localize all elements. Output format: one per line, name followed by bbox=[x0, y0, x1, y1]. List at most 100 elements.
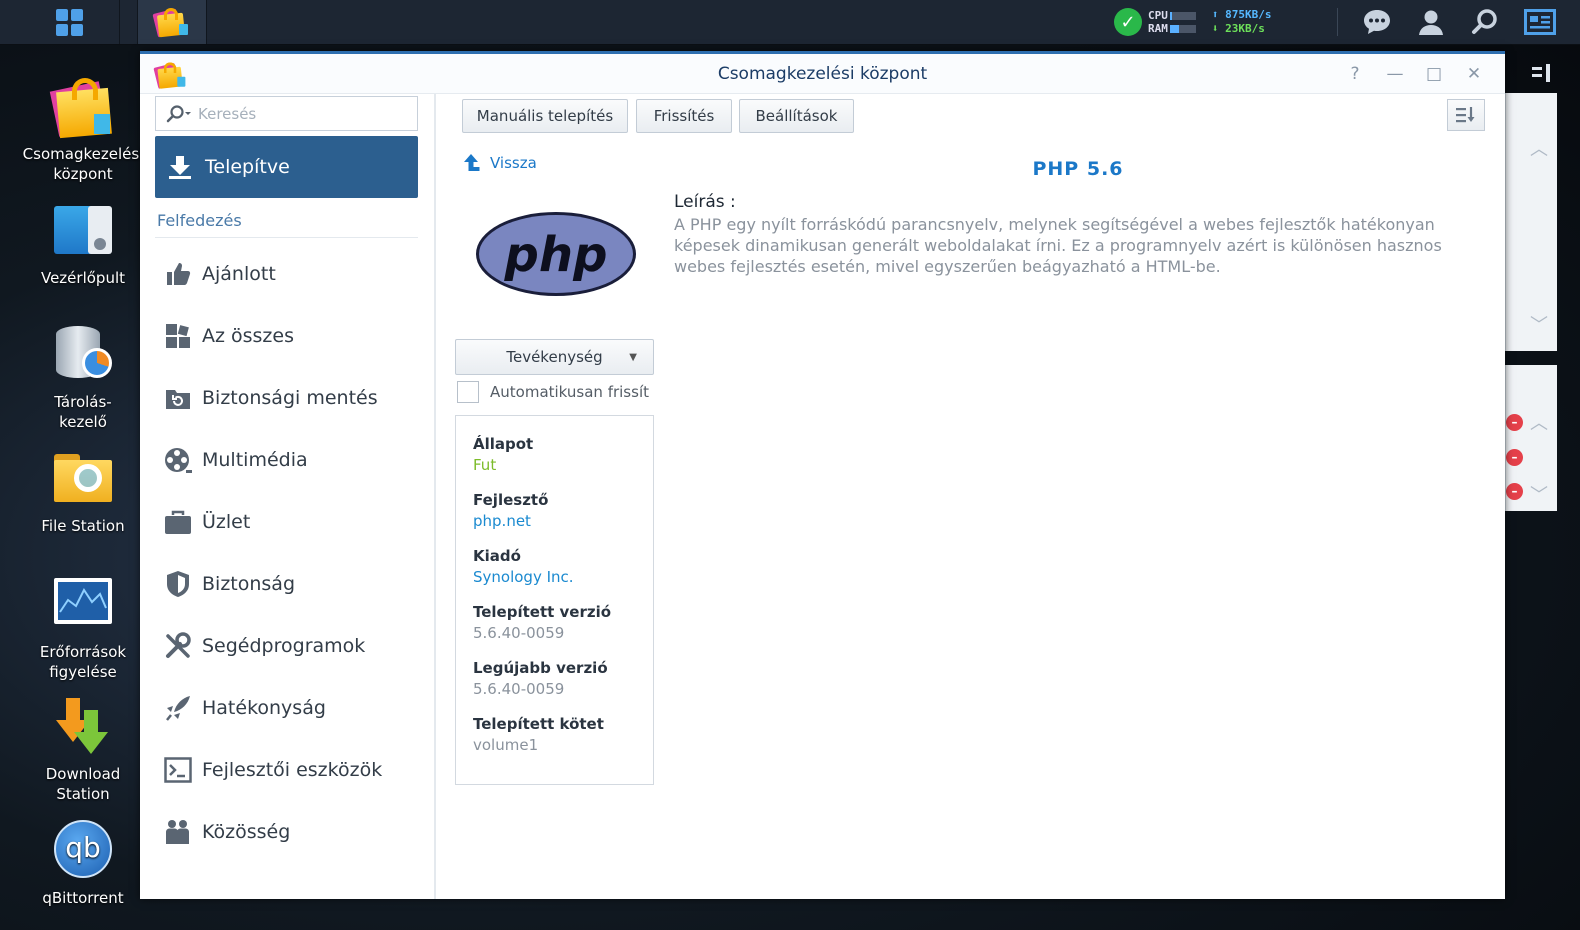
desktop-icon-resource-monitor[interactable]: Erőforrások figyelése bbox=[18, 574, 148, 682]
checkbox[interactable] bbox=[457, 381, 479, 403]
main-menu-icon bbox=[56, 8, 83, 36]
main-menu-button[interactable] bbox=[20, 0, 120, 44]
download-icon bbox=[169, 156, 191, 179]
folder-search-icon bbox=[52, 448, 114, 510]
sidebar-item-backup[interactable]: Biztonsági mentés bbox=[164, 378, 378, 418]
php-logo-text: php bbox=[504, 227, 608, 283]
back-link-label: Vissza bbox=[490, 154, 537, 172]
desktop-icon-label: qBittorrent bbox=[42, 889, 124, 907]
info-label: Kiadó bbox=[473, 547, 521, 565]
desktop-icon-file-station[interactable]: File Station bbox=[18, 448, 148, 536]
action-dropdown-label: Tevékenység bbox=[506, 348, 603, 366]
package-title: PHP 5.6 bbox=[1032, 158, 1124, 180]
desktop-icon-label: Tárolás- bbox=[54, 393, 112, 411]
desktop-icon-label: figyelése bbox=[49, 663, 117, 681]
info-row-installed-version: Telepített verzió 5.6.40-0059 bbox=[473, 602, 636, 645]
caret-down-icon: ▼ bbox=[629, 351, 637, 363]
sidebar-item-label: Ajánlott bbox=[202, 263, 276, 285]
close-button[interactable]: ✕ bbox=[1462, 62, 1486, 86]
manual-install-button[interactable]: Manuális telepítés bbox=[462, 99, 628, 133]
window-titlebar[interactable]: Csomagkezelési központ ? — □ ✕ bbox=[140, 54, 1505, 94]
desktop-icon-qbittorrent[interactable]: qb qBittorrent bbox=[18, 820, 148, 908]
desktop-icon-label: File Station bbox=[41, 517, 125, 535]
chevron-down-icon[interactable]: ﹀ bbox=[1530, 481, 1548, 507]
user-button[interactable] bbox=[1406, 0, 1456, 44]
desktop-icon-storage-manager[interactable]: Tárolás- kezelő bbox=[18, 324, 148, 432]
desktop-icon-label: Csomagkezelési bbox=[22, 145, 144, 163]
sidebar-item-label: Telepítve bbox=[205, 156, 290, 178]
background-widget-panel: ︿ ﹀ bbox=[1505, 93, 1557, 351]
download-speed: 23KB/s bbox=[1225, 22, 1265, 35]
notifications-button[interactable] bbox=[1352, 0, 1402, 44]
error-icon: – bbox=[1506, 414, 1523, 431]
settings-button[interactable]: Beállítások bbox=[739, 99, 854, 133]
panel-toggle-icon[interactable] bbox=[1530, 62, 1552, 84]
resource-monitor-widget[interactable]: ✓ CPU RAM ⬆ 875KB/s ⬇ 23KB/s bbox=[1114, 4, 1271, 40]
taskbar-package-center-button[interactable] bbox=[137, 0, 207, 44]
installed-version-value: 5.6.40-0059 bbox=[473, 624, 565, 642]
discover-heading: Felfedezés bbox=[157, 211, 242, 230]
sort-button[interactable] bbox=[1447, 99, 1485, 131]
chevron-up-icon[interactable]: ︿ bbox=[1530, 409, 1548, 435]
developer-link[interactable]: php.net bbox=[473, 510, 636, 533]
network-speed: ⬆ 875KB/s ⬇ 23KB/s bbox=[1211, 8, 1272, 35]
info-label: Állapot bbox=[473, 435, 534, 453]
taskbar: ✓ CPU RAM ⬆ 875KB/s ⬇ 23KB/s bbox=[0, 0, 1580, 45]
package-center-window: Csomagkezelési központ ? — □ ✕ Telepítve… bbox=[140, 51, 1505, 899]
widgets-button[interactable] bbox=[1515, 0, 1565, 44]
sidebar-item-business[interactable]: Üzlet bbox=[164, 502, 250, 542]
publisher-link[interactable]: Synology Inc. bbox=[473, 566, 636, 589]
help-button[interactable]: ? bbox=[1343, 62, 1367, 86]
cpu-bar bbox=[1169, 12, 1196, 20]
sidebar-item-label: Segédprogramok bbox=[202, 635, 366, 657]
sidebar-item-installed[interactable]: Telepítve bbox=[155, 136, 418, 198]
terminal-icon bbox=[164, 756, 192, 784]
desktop-icon-label: Erőforrások bbox=[39, 643, 127, 661]
chevron-down-icon[interactable]: ﹀ bbox=[1530, 311, 1548, 337]
search-icon bbox=[1472, 9, 1497, 34]
refresh-button[interactable]: Frissítés bbox=[636, 99, 732, 133]
sidebar-item-recommended[interactable]: Ajánlott bbox=[164, 254, 276, 294]
desktop-icon-label: központ bbox=[53, 165, 113, 183]
back-link[interactable]: Vissza bbox=[462, 153, 537, 173]
status-value: Fut bbox=[473, 456, 497, 474]
auto-update-checkbox[interactable]: Automatikusan frissít bbox=[457, 381, 649, 403]
sidebar-item-security[interactable]: Biztonság bbox=[164, 564, 295, 604]
sidebar-item-community[interactable]: Közösség bbox=[164, 812, 290, 852]
sidebar-item-productivity[interactable]: Hatékonyság bbox=[164, 688, 326, 728]
info-row-latest-version: Legújabb verzió 5.6.40-0059 bbox=[473, 658, 636, 701]
search-input[interactable] bbox=[198, 104, 398, 123]
sidebar-item-developer-tools[interactable]: Fejlesztői eszközök bbox=[164, 750, 382, 790]
sidebar-item-label: Közösség bbox=[202, 821, 291, 843]
shield-icon bbox=[164, 570, 192, 598]
search-box[interactable] bbox=[155, 96, 418, 131]
desktop-icon-label: kezelő bbox=[59, 413, 107, 431]
chevron-up-icon[interactable]: ︿ bbox=[1530, 135, 1548, 161]
briefcase-icon bbox=[164, 508, 192, 536]
desktop-icon-download-station[interactable]: Download Station bbox=[18, 696, 148, 804]
desktop-icon-package-center[interactable]: Csomagkezelési központ bbox=[18, 76, 148, 184]
upload-speed: 875KB/s bbox=[1225, 8, 1272, 21]
description-text: A PHP egy nyílt forráskódú parancsnyelv,… bbox=[674, 215, 1442, 276]
backup-icon bbox=[164, 384, 192, 412]
info-row-status: Állapot Fut bbox=[473, 434, 636, 477]
grid-icon bbox=[164, 322, 192, 350]
info-label: Legújabb verzió bbox=[473, 659, 608, 677]
info-label: Telepített verzió bbox=[473, 603, 612, 621]
sidebar-item-all[interactable]: Az összes bbox=[164, 316, 294, 356]
sidebar-item-multimedia[interactable]: Multimédia bbox=[164, 440, 308, 480]
download-arrows-icon bbox=[52, 696, 114, 758]
maximize-button[interactable]: □ bbox=[1422, 62, 1446, 86]
user-icon bbox=[1419, 10, 1443, 35]
desktop-icon-control-panel[interactable]: Vezérlőpult bbox=[18, 200, 148, 288]
sidebar-item-label: Multimédia bbox=[202, 449, 308, 471]
sidebar-item-label: Hatékonyság bbox=[202, 697, 326, 719]
action-dropdown[interactable]: Tevékenység ▼ bbox=[455, 339, 654, 375]
sidebar-item-utilities[interactable]: Segédprogramok bbox=[164, 626, 365, 666]
control-panel-icon bbox=[52, 200, 114, 262]
php-logo: php bbox=[474, 210, 638, 302]
search-button[interactable] bbox=[1460, 0, 1510, 44]
minimize-button[interactable]: — bbox=[1383, 62, 1407, 86]
info-row-developer: Fejlesztő php.net bbox=[473, 490, 636, 533]
desktop-icon-label: Download Station bbox=[45, 765, 121, 803]
